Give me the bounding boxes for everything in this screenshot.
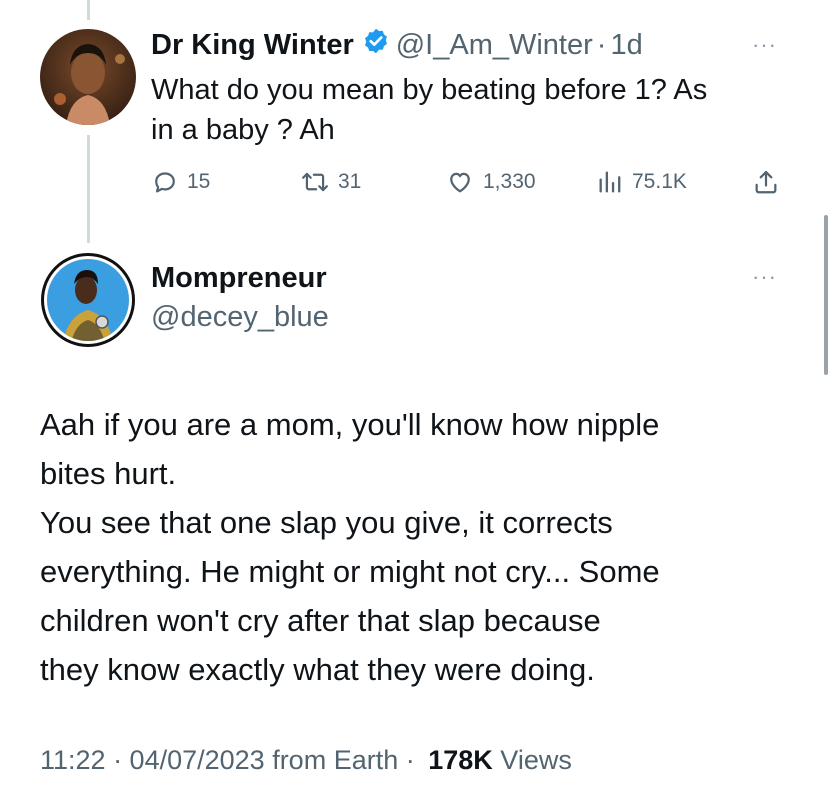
tweet-text-line: children won't cry after that slap becau… <box>40 603 601 638</box>
repost-icon <box>300 168 330 196</box>
share-button[interactable] <box>752 168 780 196</box>
tweet-text-line: You see that one slap you give, it corre… <box>40 505 613 540</box>
verified-badge-icon <box>362 27 390 63</box>
repost-button[interactable]: 31 <box>300 168 361 196</box>
scrollbar[interactable] <box>824 215 828 375</box>
more-options-icon[interactable]: ··· <box>752 32 777 58</box>
author-name[interactable]: Mompreneur <box>151 262 327 295</box>
tweet-meta: 11:22 · 04/07/2023 from Earth · 178K Vie… <box>40 745 572 776</box>
author-handle[interactable]: @I_Am_Winter <box>396 29 593 62</box>
analytics-icon <box>596 168 624 196</box>
thread-line <box>87 135 90 243</box>
author-name[interactable]: Dr King Winter <box>151 29 354 62</box>
time-ago[interactable]: 1d <box>610 29 642 62</box>
tweet-text-line: Aah if you are a mom, you'll know how ni… <box>40 407 660 442</box>
timestamp[interactable]: 11:22 · 04/07/2023 from Earth · <box>40 745 415 775</box>
more-options-icon[interactable]: ··· <box>752 264 777 290</box>
reply-text: What do you mean by beating before 1? As… <box>151 70 707 150</box>
reply-count: 15 <box>187 170 211 193</box>
heart-icon <box>445 168 475 196</box>
avatar-dr-king-winter[interactable] <box>40 29 136 125</box>
header-separator: · <box>596 28 607 61</box>
reply-icon <box>151 168 179 196</box>
views-button[interactable]: 75.1K <box>596 168 687 196</box>
like-count: 1,330 <box>483 170 536 193</box>
thread-line-top <box>87 0 90 20</box>
reply-text-line: What do you mean by beating before 1? As <box>151 74 708 106</box>
like-button[interactable]: 1,330 <box>445 168 536 196</box>
reply-text-line: in a baby ? Ah <box>151 114 335 146</box>
reply-button[interactable]: 15 <box>151 168 210 196</box>
tweet-body: Aah if you are a mom, you'll know how ni… <box>40 400 660 694</box>
repost-count: 31 <box>338 170 362 193</box>
avatar-mompreneur[interactable] <box>40 252 136 348</box>
tweet-text-line: bites hurt. <box>40 456 177 491</box>
views-count: 178K <box>428 745 493 775</box>
tweet-text-line: everything. He might or might not cry...… <box>40 554 660 589</box>
tweet-text-line: they know exactly what they were doing. <box>40 652 595 687</box>
view-count: 75.1K <box>632 170 687 193</box>
views-label: Views <box>500 745 572 775</box>
reply-header: Dr King Winter @I_Am_Winter · 1d <box>151 27 643 63</box>
share-icon <box>752 168 780 196</box>
author-handle[interactable]: @decey_blue <box>151 301 329 334</box>
